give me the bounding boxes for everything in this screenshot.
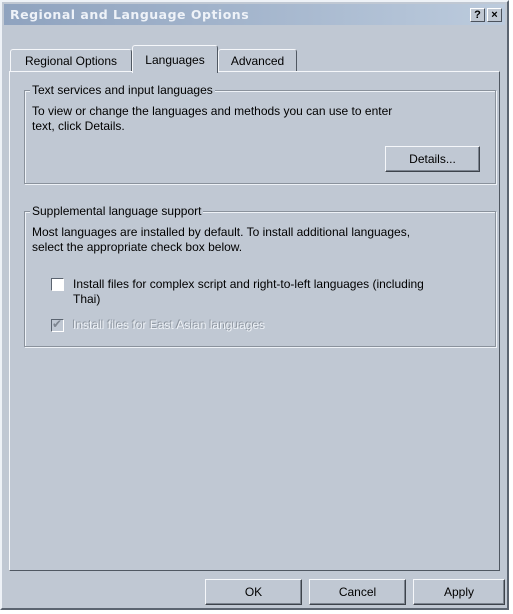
tab-languages[interactable]: Languages [132,45,218,73]
complex-script-label[interactable]: Install files for complex script and rig… [73,277,424,307]
complex-script-checkbox[interactable] [51,278,64,291]
east-asian-checkbox: ✔ [51,317,64,332]
complex-script-label-line1: Install files for complex script and rig… [73,277,424,291]
text-services-description-line2: text, click Details. [32,119,125,133]
supplemental-description-line1: Most languages are installed by default.… [32,225,411,239]
complex-script-option[interactable]: Install files for complex script and rig… [51,277,424,307]
supplemental-description: Most languages are installed by default.… [32,225,410,255]
title-bar[interactable]: Regional and Language Options ? × [4,4,505,25]
help-button[interactable]: ? [470,7,485,22]
cancel-button[interactable]: Cancel [309,579,406,605]
text-services-legend: Text services and input languages [30,83,215,97]
apply-button[interactable]: Apply [413,579,505,605]
supplemental-legend: Supplemental language support [30,204,204,218]
east-asian-label: Install files for East Asian languages [73,318,266,332]
checkmark-icon: ✔ [52,317,63,331]
supplemental-description-line2: select the appropriate check box below. [32,240,243,254]
window-title: Regional and Language Options [10,7,250,22]
text-services-group: Text services and input languages To vie… [24,83,496,184]
east-asian-option: ✔ Install files for East Asian languages [51,317,266,333]
supplemental-group: Supplemental language support Most langu… [24,204,496,347]
tab-advanced[interactable]: Advanced [218,49,297,71]
ok-button[interactable]: OK [205,579,302,605]
details-button[interactable]: Details... [385,146,480,172]
close-button[interactable]: × [487,7,502,22]
title-bar-buttons: ? × [470,7,502,22]
text-services-description: To view or change the languages and meth… [32,104,392,134]
complex-script-label-line2: Thai) [73,292,101,306]
tab-regional-options[interactable]: Regional Options [10,49,132,71]
text-services-description-line1: To view or change the languages and meth… [32,104,393,118]
